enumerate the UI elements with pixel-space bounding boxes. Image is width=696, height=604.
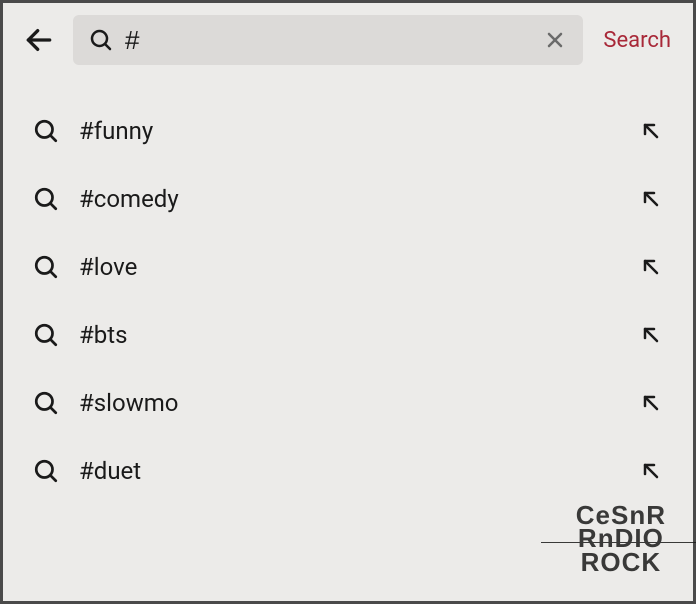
- suggestion-label: #slowmo: [79, 389, 619, 417]
- insert-button[interactable]: [639, 391, 663, 415]
- search-button[interactable]: Search: [599, 28, 675, 53]
- insert-button[interactable]: [639, 323, 663, 347]
- suggestion-item[interactable]: #love: [3, 233, 693, 301]
- suggestions-list: #funny #comedy: [3, 77, 693, 601]
- search-icon: [89, 28, 113, 52]
- suggestion-item[interactable]: #duet: [3, 437, 693, 505]
- close-icon: [543, 28, 567, 52]
- suggestion-item[interactable]: #slowmo: [3, 369, 693, 437]
- search-input[interactable]: [125, 25, 531, 56]
- search-screen: Search #funny #comedy: [0, 0, 696, 604]
- arrow-up-left-icon: [639, 187, 663, 211]
- clear-button[interactable]: [543, 28, 567, 52]
- suggestion-label: #comedy: [79, 185, 619, 213]
- arrow-up-left-icon: [639, 323, 663, 347]
- search-icon: [33, 390, 59, 416]
- arrow-up-left-icon: [639, 391, 663, 415]
- insert-button[interactable]: [639, 255, 663, 279]
- search-box: [73, 15, 583, 65]
- arrow-up-left-icon: [639, 459, 663, 483]
- search-icon: [33, 322, 59, 348]
- insert-button[interactable]: [639, 187, 663, 211]
- suggestion-label: #funny: [79, 117, 619, 145]
- insert-button[interactable]: [639, 459, 663, 483]
- suggestion-item[interactable]: #comedy: [3, 165, 693, 233]
- suggestion-label: #duet: [79, 457, 619, 485]
- suggestion-label: #love: [79, 253, 619, 281]
- search-icon: [33, 458, 59, 484]
- search-icon: [33, 186, 59, 212]
- suggestion-item[interactable]: #bts: [3, 301, 693, 369]
- back-button[interactable]: [21, 22, 57, 58]
- insert-button[interactable]: [639, 119, 663, 143]
- search-header: Search: [3, 3, 693, 77]
- search-icon: [33, 254, 59, 280]
- suggestion-label: #bts: [79, 321, 619, 349]
- suggestion-item[interactable]: #funny: [3, 97, 693, 165]
- arrow-up-left-icon: [639, 119, 663, 143]
- arrow-left-icon: [23, 24, 55, 56]
- arrow-up-left-icon: [639, 255, 663, 279]
- search-icon: [33, 118, 59, 144]
